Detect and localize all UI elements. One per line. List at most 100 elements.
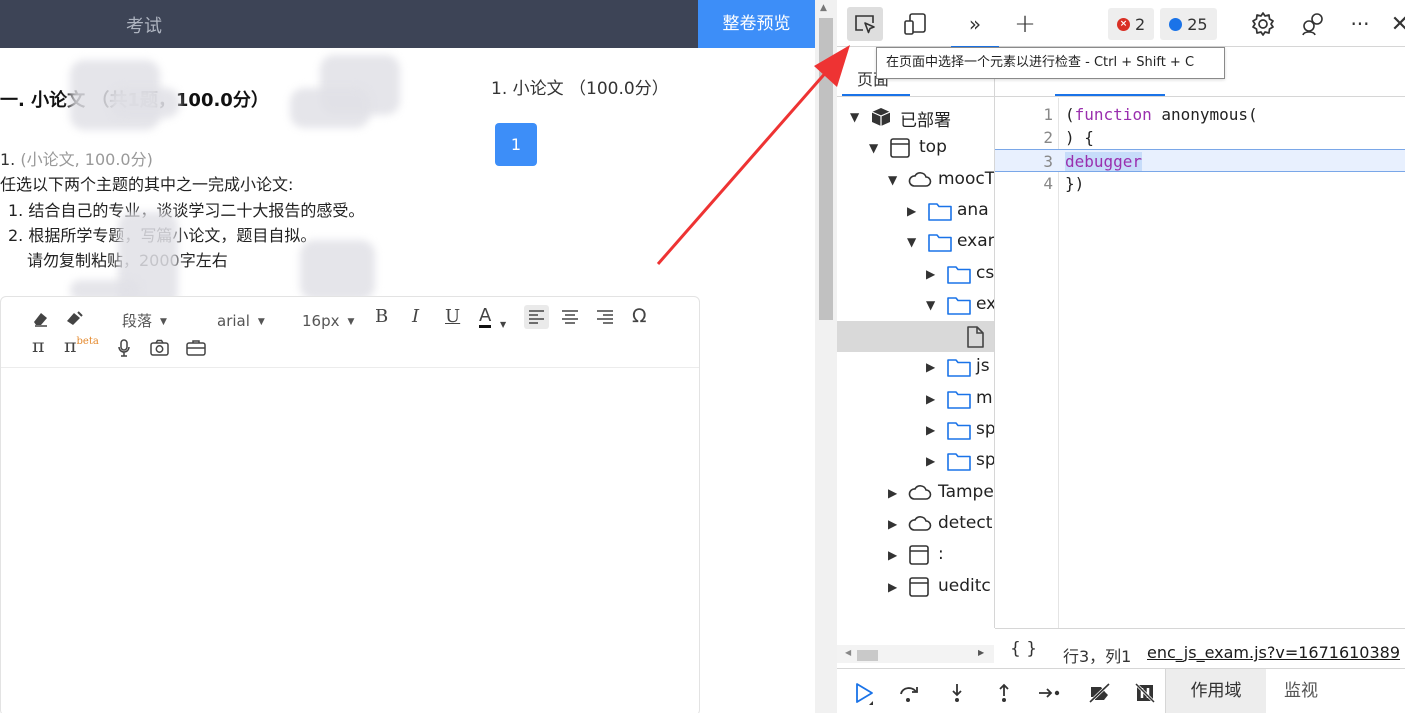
- message-count: 25: [1187, 14, 1208, 34]
- step-out-button[interactable]: [991, 681, 1017, 705]
- bold-button[interactable]: B: [375, 307, 388, 327]
- align-left-button[interactable]: [524, 305, 549, 329]
- more-tabs-button[interactable]: »: [951, 7, 999, 48]
- file-tree-row[interactable]: ▶ Tamper: [837, 478, 994, 509]
- full-paper-preview-button[interactable]: 整卷预览: [698, 0, 815, 48]
- frame-icon: [908, 544, 930, 571]
- message-counter[interactable]: 25: [1160, 8, 1217, 40]
- deactivate-breakpoints-button[interactable]: [1087, 681, 1113, 705]
- rich-text-editor[interactable]: 段落 ▼ arial ▼ 16px ▼ B I U A ▼ Ω π πbeta: [0, 296, 700, 713]
- font-size-select[interactable]: 16px ▼: [302, 311, 354, 334]
- underline-button[interactable]: U: [445, 307, 460, 327]
- file-tree-row[interactable]: ▼ exam: [837, 227, 994, 258]
- code-line[interactable]: 3 debugger: [995, 149, 1405, 172]
- add-tab-button[interactable]: +: [1007, 7, 1043, 41]
- file-tree-horizontal-scrollbar[interactable]: ◀ ▶: [837, 645, 994, 663]
- question-nav-button-1[interactable]: 1: [495, 123, 537, 166]
- file-tree-row[interactable]: ▶ ana: [837, 196, 994, 227]
- file-tree-scrollbar-thumb[interactable]: [857, 650, 878, 661]
- line-number[interactable]: 2: [995, 126, 1053, 149]
- scroll-up-arrow-icon[interactable]: ▲: [820, 3, 827, 13]
- file-tree-row[interactable]: ▶ detect: [837, 509, 994, 540]
- error-counter[interactable]: × 2: [1108, 8, 1155, 40]
- page-scrollbar-thumb[interactable]: [819, 18, 833, 320]
- settings-button[interactable]: [1245, 7, 1281, 41]
- close-devtools-button[interactable]: ✕: [1382, 7, 1405, 41]
- chevron-down-icon[interactable]: ▼: [500, 315, 506, 335]
- pause-on-exceptions-button[interactable]: [1132, 681, 1158, 705]
- more-options-button[interactable]: ···: [1342, 7, 1378, 41]
- camera-icon[interactable]: [150, 339, 169, 356]
- expand-down-icon[interactable]: ▼: [888, 173, 897, 187]
- step-button[interactable]: [1037, 681, 1063, 705]
- expand-right-icon[interactable]: ▶: [926, 392, 935, 406]
- expand-right-icon[interactable]: ▶: [888, 517, 897, 531]
- expand-right-icon[interactable]: ▶: [907, 204, 916, 218]
- expand-down-icon[interactable]: ▼: [869, 141, 878, 155]
- expand-right-icon[interactable]: ▶: [888, 580, 897, 594]
- file-tree-row-selected[interactable]: [837, 321, 994, 352]
- step-over-button[interactable]: [896, 681, 922, 705]
- file-tree-row[interactable]: ▼ ex: [837, 290, 994, 321]
- file-tree-row[interactable]: ▶ cs: [837, 259, 994, 290]
- file-tree-label: sp: [976, 450, 994, 470]
- expand-right-icon[interactable]: ▶: [926, 423, 935, 437]
- source-file-link[interactable]: enc_js_exam.js?v=1671610389: [1147, 643, 1400, 662]
- expand-right-icon[interactable]: ▶: [926, 360, 935, 374]
- expand-right-icon[interactable]: ▶: [888, 486, 897, 500]
- line-number[interactable]: 1: [995, 103, 1053, 126]
- debugger-controls: 作用域 监视: [837, 668, 1405, 713]
- expand-right-icon[interactable]: ▶: [926, 454, 935, 468]
- scroll-left-arrow-icon[interactable]: ◀: [845, 648, 851, 657]
- code-text: (function anonymous(: [1065, 105, 1258, 124]
- exam-header: 考试 整卷预览: [0, 0, 815, 48]
- code-editor[interactable]: 1 (function anonymous( 2) {3 debugger 4}): [995, 98, 1405, 628]
- toolbox-icon[interactable]: [186, 339, 206, 356]
- expand-down-icon[interactable]: ▼: [907, 235, 916, 249]
- tab-watch[interactable]: 监视: [1284, 669, 1318, 713]
- line-number[interactable]: 3: [995, 150, 1053, 173]
- font-color-button[interactable]: A: [479, 307, 492, 328]
- page-scrollbar[interactable]: ▲: [815, 0, 837, 713]
- frame-icon: [908, 576, 930, 603]
- file-tree-row[interactable]: ▶ sp: [837, 446, 994, 477]
- step-into-button[interactable]: [944, 681, 970, 705]
- code-line[interactable]: 1 (function anonymous(: [995, 103, 1405, 126]
- file-tree-row[interactable]: ▶ ueditc: [837, 572, 994, 603]
- code-line[interactable]: 4}): [995, 172, 1405, 195]
- file-tree-row[interactable]: ▶ m: [837, 384, 994, 415]
- font-family-select[interactable]: arial ▼: [217, 311, 265, 334]
- scroll-right-arrow-icon[interactable]: ▶: [978, 648, 984, 657]
- file-tree-row[interactable]: ▼ moocT: [837, 165, 994, 196]
- pretty-print-button[interactable]: { }: [1010, 639, 1037, 659]
- italic-button[interactable]: I: [412, 307, 419, 327]
- align-right-button[interactable]: [593, 305, 618, 329]
- special-char-button[interactable]: Ω: [632, 306, 647, 326]
- file-tree-row[interactable]: ▶:: [837, 540, 994, 571]
- align-center-button[interactable]: [558, 305, 583, 329]
- formula-button[interactable]: π: [32, 336, 45, 356]
- expand-right-icon[interactable]: ▶: [926, 267, 935, 281]
- expand-right-icon[interactable]: ▶: [888, 548, 897, 562]
- file-tree-row[interactable]: ▼ top: [837, 133, 994, 164]
- formula-beta-button[interactable]: πbeta: [64, 336, 99, 360]
- inspect-element-button[interactable]: [847, 7, 883, 41]
- microphone-icon[interactable]: [116, 339, 132, 357]
- code-line[interactable]: 2) {: [995, 126, 1405, 149]
- tab-scope[interactable]: 作用域: [1166, 669, 1266, 713]
- file-tree-row[interactable]: ▶ js: [837, 352, 994, 383]
- eraser-icon[interactable]: [30, 309, 50, 329]
- format-painter-icon[interactable]: [64, 309, 84, 329]
- file-tree-label: :: [938, 544, 944, 564]
- device-toolbar-icon: [904, 13, 926, 35]
- gear-icon: [1252, 12, 1274, 36]
- device-emulation-button[interactable]: [897, 7, 933, 41]
- paragraph-select[interactable]: 段落 ▼: [122, 311, 167, 334]
- expand-down-icon[interactable]: ▼: [926, 298, 935, 312]
- file-tree-row[interactable]: ▶ sp: [837, 415, 994, 446]
- expand-down-icon[interactable]: ▼: [850, 110, 859, 124]
- line-number[interactable]: 4: [995, 172, 1053, 195]
- customize-button[interactable]: [1295, 7, 1331, 41]
- resume-button[interactable]: [851, 681, 877, 705]
- file-tree-row[interactable]: ▼ 已部署: [837, 102, 994, 133]
